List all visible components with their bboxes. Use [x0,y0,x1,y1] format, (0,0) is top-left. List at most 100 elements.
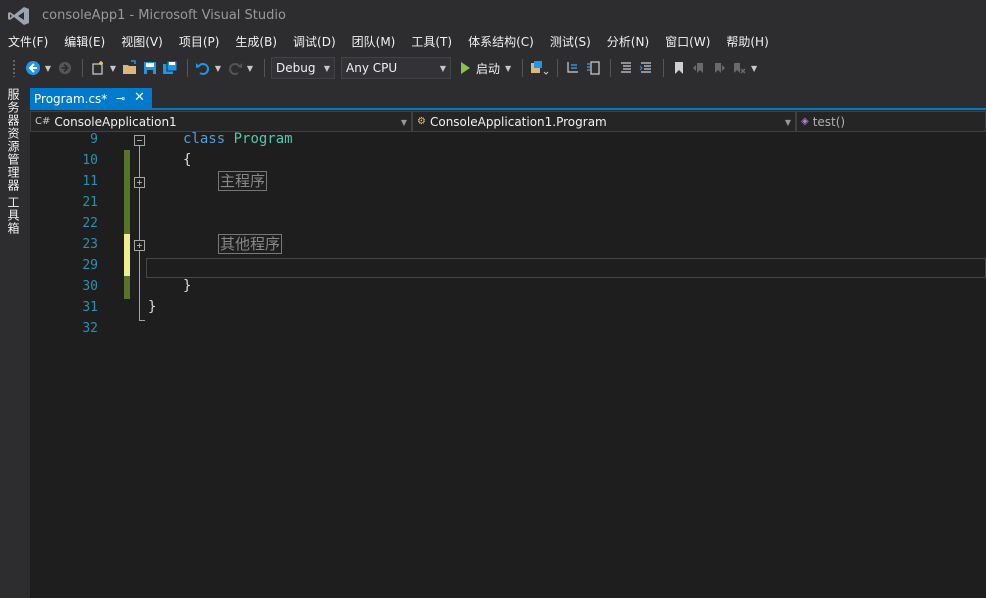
redo-button[interactable] [226,57,244,79]
saved-change-marker [124,150,130,234]
toolbar-separator [557,59,559,77]
code-line: { [183,152,192,168]
undo-dropdown-chevron-icon[interactable]: ▼ [214,57,222,79]
chevron-down-icon: ▼ [400,118,407,127]
line-number: 31 [82,300,98,315]
code-line: } [183,278,192,294]
menu-bar: 文件(F) 编辑(E) 视图(V) 项目(P) 生成(B) 调试(D) 团队(M… [0,32,986,52]
chevron-down-icon: ▼ [323,64,330,73]
navigate-forward-button[interactable] [56,57,74,79]
solution-configuration-value: Debug [276,61,316,75]
back-arrow-icon [26,61,40,75]
back-dropdown-chevron-icon[interactable]: ▼ [44,57,52,79]
menu-test[interactable]: 测试(S) [542,32,599,52]
solution-configuration-select[interactable]: Debug ▼ [271,57,335,79]
line-number: 32 [82,321,98,336]
start-dropdown-chevron-icon[interactable]: ▼ [504,57,512,79]
bookmark-icon [675,62,684,74]
menu-view[interactable]: 视图(V) [113,32,171,52]
type-select[interactable]: ⚙ ConsoleApplication1.Program ▼ [412,111,796,132]
method-icon: ◈ [801,116,809,127]
toolbar-separator [264,59,265,77]
uncomment-lines-icon [639,62,652,73]
save-all-button[interactable] [161,57,179,79]
menu-build[interactable]: 生成(B) [227,32,285,52]
toolbar-separator [610,59,612,77]
toolbar-options-chevron-icon[interactable]: ▼ [750,57,758,79]
menu-architecture[interactable]: 体系结构(C) [460,32,542,52]
forward-arrow-icon [58,61,72,75]
save-icon [144,62,156,74]
collapse-toggle-icon[interactable] [134,135,145,146]
window-title: consoleApp1 - Microsoft Visual Studio [42,8,286,23]
step-into-button[interactable] [564,57,582,79]
solution-platform-value: Any CPU [346,61,398,75]
new-dropdown-chevron-icon[interactable]: ▼ [109,57,117,79]
previous-bookmark-button[interactable] [690,57,708,79]
saved-change-marker [124,276,130,299]
toolbar-separator [187,59,188,77]
navigation-bar: C# ConsoleApplication1 ▼ ⚙ ConsoleApplic… [30,111,986,132]
class-icon: ⚙ [417,116,426,127]
comment-lines-icon [621,62,632,73]
code-editor[interactable]: 9 10 11 21 22 23 29 30 31 32 class Progr… [30,131,986,598]
unsaved-change-marker [124,234,130,276]
redo-icon [229,63,242,75]
expand-toggle-icon[interactable] [134,177,145,188]
collapsed-region-main[interactable]: 主程序 [218,171,268,191]
menu-tools[interactable]: 工具(T) [403,32,460,52]
document-tab-strip: Program.cs* ⊸ ✕ [30,88,986,110]
comment-out-button[interactable] [617,57,635,79]
undo-button[interactable] [194,57,212,79]
toolbar-grip[interactable] [12,59,16,77]
menu-team[interactable]: 团队(M) [344,32,404,52]
project-value: ConsoleApplication1 [54,114,177,129]
next-bookmark-icon [715,63,726,73]
type-value: ConsoleApplication1.Program [429,114,607,129]
collapsed-region-other[interactable]: 其他程序 [218,234,283,254]
pin-icon[interactable]: ⊸ [116,92,125,105]
step-into-icon [567,62,579,73]
csharp-project-icon: C# [35,116,51,127]
expand-toggle-icon[interactable] [134,240,145,251]
uncomment-button[interactable] [637,57,655,79]
step-over-icon [587,61,600,75]
menu-help[interactable]: 帮助(H) [718,32,776,52]
toolbox-tab[interactable]: 工具箱 [4,196,22,235]
menu-edit[interactable]: 编辑(E) [56,32,113,52]
redo-dropdown-chevron-icon[interactable]: ▼ [246,57,254,79]
outline-guide-end [139,320,145,321]
find-in-files-icon [531,61,549,75]
start-debugging-button[interactable]: 启动 [457,57,504,79]
solution-platform-select[interactable]: Any CPU ▼ [341,57,451,79]
line-number: 22 [82,216,98,231]
standard-toolbar: ▼ ▼ ▼ ▼ Debug ▼ Any CPU ▼ 启动 ▼ ▼ [0,54,986,82]
member-value: test() [812,114,846,129]
new-project-button[interactable] [89,57,107,79]
clear-bookmarks-button[interactable] [730,57,748,79]
play-icon [461,62,470,74]
menu-file[interactable]: 文件(F) [0,32,56,52]
title-bar: consoleApp1 - Microsoft Visual Studio [0,0,986,32]
menu-window[interactable]: 窗口(W) [657,32,718,52]
line-number: 9 [90,132,98,147]
save-button[interactable] [141,57,159,79]
start-label: 启动 [476,61,501,76]
menu-debug[interactable]: 调试(D) [285,32,344,52]
menu-analyze[interactable]: 分析(N) [599,32,657,52]
next-bookmark-button[interactable] [710,57,728,79]
toggle-bookmark-button[interactable] [670,57,688,79]
tab-program-cs[interactable]: Program.cs* ⊸ ✕ [30,88,152,110]
find-in-files-button[interactable] [529,57,549,79]
navigate-back-button[interactable] [24,57,42,79]
close-icon[interactable]: ✕ [134,90,145,105]
member-select[interactable]: ◈ test() [796,111,986,132]
open-file-button[interactable] [121,57,139,79]
new-project-icon [92,61,103,75]
menu-project[interactable]: 项目(P) [171,32,228,52]
server-explorer-tab[interactable]: 服务器资源管理器 [4,88,22,192]
open-folder-icon [123,60,136,74]
line-number: 10 [82,153,98,168]
step-over-button[interactable] [584,57,602,79]
current-line-highlight [146,258,986,278]
